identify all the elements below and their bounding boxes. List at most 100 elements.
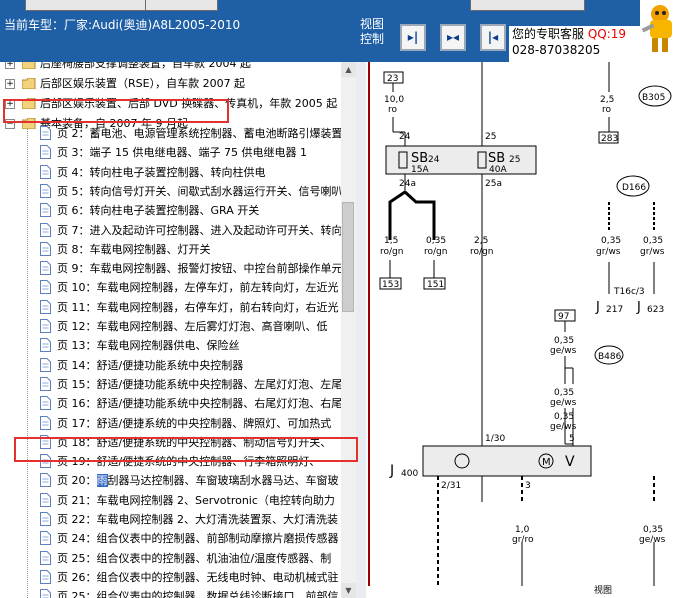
wire-color-label: gr/ws (596, 247, 621, 257)
view-expand-left-button[interactable]: |◂ (480, 24, 506, 51)
document-icon (40, 261, 51, 276)
wiring-diagram-tree: + 后座椅腰部支撑调整装置，自车款 2004 起 + 后部区娱乐装置（RSE），自车款… (0, 62, 341, 598)
tree-page-label: 页 26：组合仪表中的控制器、无线电时钟、电动机械式驻 (57, 570, 339, 584)
pin-label: 5 (569, 434, 575, 444)
view-expand-right-button[interactable]: ▸| (400, 24, 426, 51)
diagram-box-23[interactable]: 23 (387, 74, 398, 84)
tree-expand-icon[interactable]: + (5, 79, 15, 89)
diagram-box-283[interactable]: 283 (601, 134, 618, 144)
service-qq[interactable]: QQ:19 (588, 27, 626, 41)
tree-page-label: 页 6：转向柱电子装置控制器、GRA 开关 (57, 204, 260, 218)
connector-b486[interactable]: B486 (598, 352, 622, 362)
tree-page-label: 页 15：舒适/便捷功能系统中央控制器、左尾灯灯泡、左尾 (57, 377, 341, 391)
tree-page-item[interactable]: 页 13：车载电网控制器供电、保险丝 (0, 336, 341, 355)
motor-voltage-label: V (565, 454, 575, 470)
document-icon (40, 222, 51, 237)
tree-page-item[interactable]: 页 4：转向柱电子装置控制器、转向柱供电 (0, 163, 341, 182)
tree-page-item[interactable]: 页 9：车载电网控制器、报警灯按钮、中控台前部操作单元 (0, 259, 341, 278)
folder-icon (22, 78, 36, 89)
tree-page-item[interactable]: 页 5：转向信号灯开关、间歇式刮水器运行开关、信号喇叭 (0, 182, 341, 201)
tree-page-item[interactable]: 页 11：车载电网控制器，右停车灯，前右转向灯，右近光 (0, 298, 341, 317)
document-icon (40, 145, 51, 160)
wire-size-label: 1,5 (384, 236, 398, 246)
tree-folder-label: 后部区娱乐装置（RSE），自车款 2007 起 (40, 77, 246, 90)
wiring-diagram-view: 23 10,0 ro 2,5 ro 283 B305 24 25 SB 24 1… (366, 62, 675, 598)
tree-folder[interactable]: + 后部区娱乐装置（RSE），自车款 2007 起 (0, 74, 341, 93)
document-icon (40, 319, 51, 333)
tree-folder[interactable]: + 后座椅腰部支撑调整装置，自车款 2004 起 (0, 62, 341, 73)
tree-page-item[interactable]: 页 22：车载电网控制器 2、大灯清洗装置泵、大灯清洗装 (0, 510, 341, 529)
wiring-diagram-svg: 23 10,0 ro 2,5 ro 283 B305 24 25 SB 24 1… (368, 62, 672, 598)
document-icon (40, 531, 51, 546)
tree-page-item[interactable]: 页 25：组合仪表中的控制器、数据总线诊断接口、前部信 (0, 587, 341, 598)
tree-page-item[interactable]: 页 3：端子 15 供电继电器、端子 75 供电继电器 1 (0, 143, 341, 162)
tree-page-item[interactable]: 页 16：舒适/便捷功能系统中央控制器、右尾灯灯泡、右尾 (0, 394, 341, 413)
tree-page-item[interactable]: 页 24：组合仪表中的控制器、前部制动摩擦片磨损传感器 (0, 529, 341, 548)
tree-page-label: 页 12：车载电网控制器、左后雾灯灯泡、高音喇叭、低 (57, 320, 328, 333)
tree-vertical-scrollbar[interactable]: ▲ ▼ (341, 62, 356, 598)
tree-page-item[interactable]: 页 12：车载电网控制器、左后雾灯灯泡、高音喇叭、低 (0, 317, 341, 336)
tree-page-item[interactable]: 页 2：蓄电池、电源管理系统控制器、蓄电池断路引爆装置 (0, 124, 341, 143)
tree-page-item[interactable]: 页 6：转向柱电子装置控制器、GRA 开关 (0, 201, 341, 220)
tree-page-item[interactable]: 页 15：舒适/便捷功能系统中央控制器、左尾灯灯泡、左尾 (0, 375, 341, 394)
tree-expand-icon[interactable]: + (5, 62, 15, 69)
tree-page-item[interactable]: 页 20：雨刮器马达控制器、车窗玻璃刮水器马达、车窗玻 (0, 471, 341, 490)
fuse-sb24-label[interactable]: SB (411, 151, 428, 166)
tree-page-label: 页 21：车载电网控制器 2、Servotronic（电控转向助力 (57, 493, 335, 507)
component-j400[interactable]: J (389, 463, 394, 479)
document-icon (40, 550, 51, 565)
document-icon (40, 376, 51, 391)
tree-page-item[interactable]: 页 10：车载电网控制器，左停车灯，前左转向灯，左近光 (0, 278, 341, 297)
tree-page-label: 页 2：蓄电池、电源管理系统控制器、蓄电池断路引爆装置 (57, 127, 341, 140)
tree-page-item[interactable]: 页 17：舒适/便捷系统的中央控制器、牌照灯、可加热式 (0, 414, 341, 433)
diagram-box-97[interactable]: 97 (558, 312, 569, 322)
tree-page-item[interactable]: 页 21：车载电网控制器 2、Servotronic（电控转向助力 (0, 491, 341, 510)
connector-d166[interactable]: D166 (622, 183, 646, 193)
view-split-button[interactable]: ▸◂ (440, 24, 466, 51)
tree-page-label-selected: 页 20：雨刮器马达控制器、车窗玻璃刮水器马达、车窗玻 (57, 474, 339, 488)
pin-label: 25a (485, 179, 502, 189)
document-icon (40, 203, 51, 218)
tree-page-item[interactable]: 页 25：组合仪表中的控制器、机油油位/温度传感器、制 (0, 549, 341, 568)
scroll-down-icon[interactable]: ▼ (341, 583, 356, 598)
component-j217[interactable]: J (595, 300, 600, 315)
scrollbar-thumb[interactable] (342, 202, 354, 312)
tree-page-label: 页 11：车载电网控制器，右停车灯，前右转向灯，右近光 (57, 300, 339, 314)
mascot-logo-icon (640, 0, 675, 62)
toolbar-button-middle[interactable] (145, 0, 218, 11)
diagram-box-151[interactable]: 151 (427, 280, 444, 290)
tree-page-label: 页 4：转向柱电子装置控制器、转向柱供电 (57, 165, 266, 179)
pin-label: 25 (485, 132, 496, 142)
wire-size-label: 0,35 (643, 236, 663, 246)
tree-page-label: 页 13：车载电网控制器供电、保险丝 (57, 339, 240, 353)
motor-symbol-icon: M (542, 457, 551, 468)
tree-page-label: 页 7：进入及起动许可控制器、进入及起动许可开关、转向 (57, 223, 341, 237)
document-icon (40, 589, 51, 598)
tree-page-item[interactable]: 页 8：车载电网控制器、灯开关 (0, 240, 341, 259)
wire-size-label: 2,5 (600, 95, 614, 105)
bottom-view-label: 视图 (594, 586, 613, 596)
wire-size-label: 0,35 (554, 388, 574, 398)
view-split-icon: ▸◂ (446, 30, 460, 44)
toolbar-button-left[interactable] (25, 0, 147, 11)
wire-size-label: 0,35 (601, 236, 621, 246)
wire-color-label: ro (388, 105, 398, 115)
tree-page-label: 页 25：组合仪表中的控制器、机油油位/温度传感器、制 (57, 551, 332, 565)
pin-label: 3 (525, 481, 531, 491)
tree-page-item[interactable]: 页 7：进入及起动许可控制器、进入及起动许可开关、转向 (0, 221, 341, 240)
tree-page-item[interactable]: 页 26：组合仪表中的控制器、无线电时钟、电动机械式驻 (0, 568, 341, 587)
tree-page-label: 页 9：车载电网控制器、报警灯按钮、中控台前部操作单元 (57, 262, 341, 276)
pane-splitter[interactable] (356, 62, 366, 598)
component-j400-number: 400 (401, 469, 418, 479)
connector-b305[interactable]: B305 (642, 93, 665, 103)
wire-size-label: 0,35 (554, 412, 574, 422)
scroll-up-icon[interactable]: ▲ (341, 62, 356, 77)
annotation-highlight-page (14, 437, 358, 462)
tree-page-item[interactable]: 页 14：舒适/便捷功能系统中央控制器 (0, 356, 341, 375)
diagram-box-153[interactable]: 153 (382, 280, 399, 290)
pin-label: 2/31 (441, 481, 461, 491)
toolbar-button-right[interactable] (470, 0, 585, 11)
document-icon (40, 338, 51, 353)
component-j623[interactable]: J (636, 300, 641, 315)
fuse-sb25-label[interactable]: SB (488, 151, 505, 166)
